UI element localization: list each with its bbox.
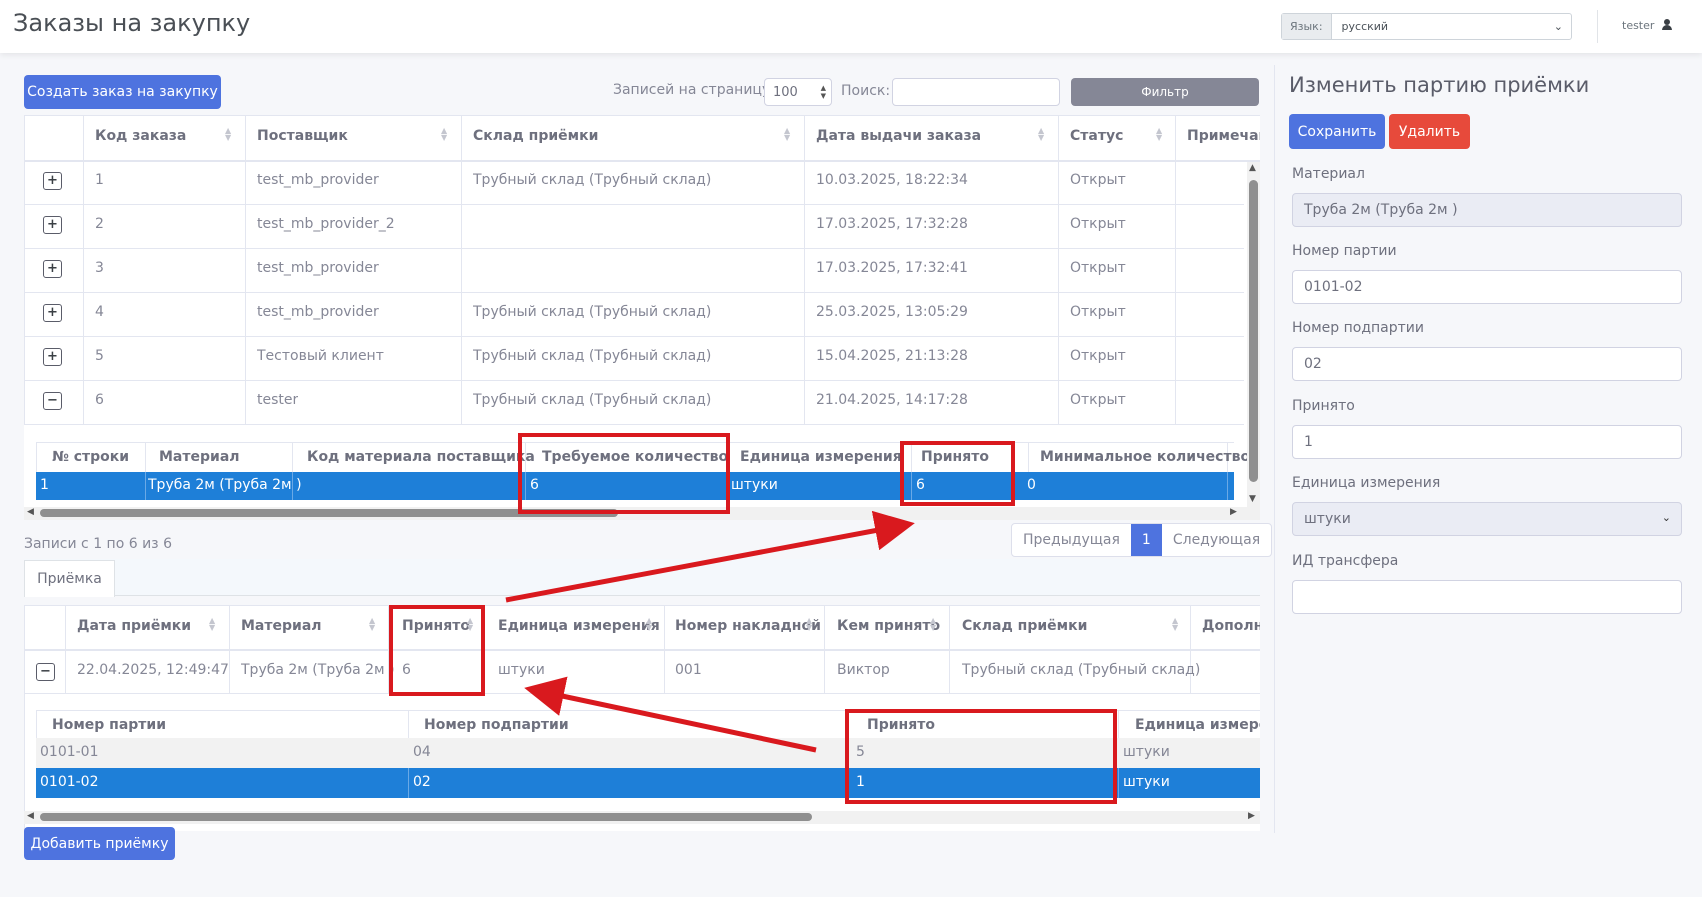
arrow-to-accepted-line — [505, 510, 915, 603]
arrow-to-accepted-receipt — [524, 676, 817, 753]
annotation-arrows — [505, 510, 915, 753]
